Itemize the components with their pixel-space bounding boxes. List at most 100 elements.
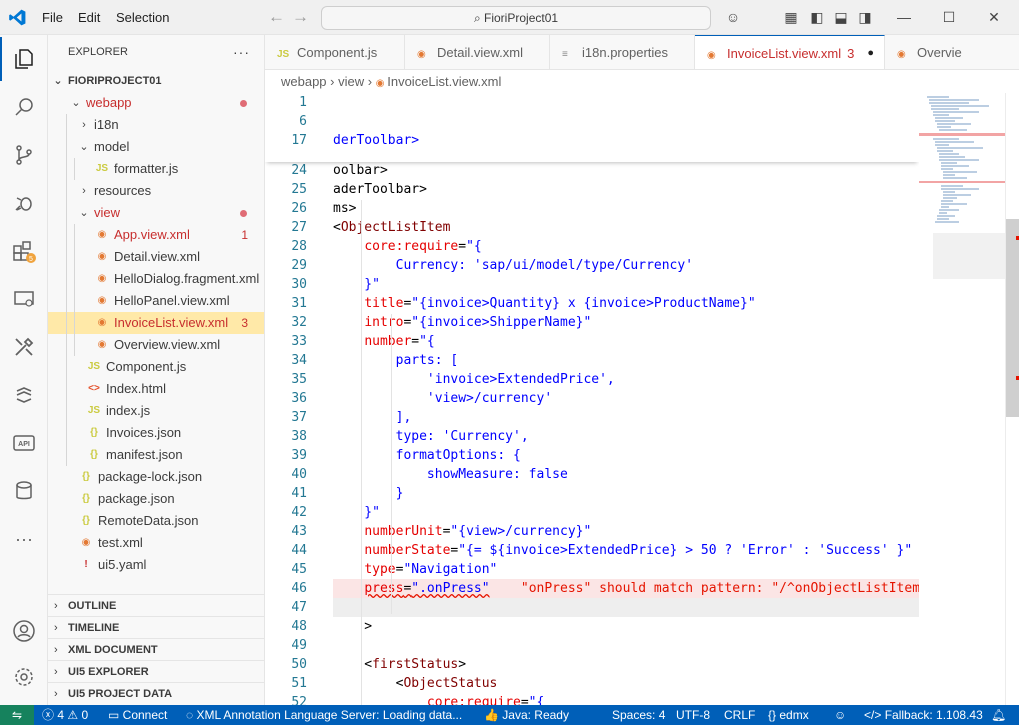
toggle-sidebar-icon[interactable]: ◧ — [808, 8, 826, 26]
go-back-icon[interactable]: ← — [268, 7, 285, 27]
minimize-icon[interactable]: — — [895, 8, 913, 26]
tree-item[interactable]: ◉ HelloPanel.view.xml — [48, 290, 264, 312]
remote-indicator-icon[interactable]: ⇋ — [0, 705, 34, 725]
code-line[interactable]: 33 number="{ — [265, 332, 919, 351]
close-icon[interactable]: ✕ — [985, 8, 1003, 26]
code-line[interactable]: 43 numberUnit="{view>/currency}" — [265, 522, 919, 541]
menu-edit[interactable]: Edit — [78, 10, 100, 25]
tree-item[interactable]: ⌄ model — [48, 136, 264, 158]
breadcrumb-view[interactable]: view — [338, 74, 364, 89]
editor-tab[interactable]: ◉ Overvie — [885, 35, 1019, 69]
java-status[interactable]: 👍 Java: Ready — [484, 705, 569, 725]
problems-indicator[interactable]: ⓧ 4 ⚠ 0 — [42, 705, 88, 725]
section-xml-document[interactable]: › XML DOCUMENT — [48, 638, 264, 660]
breadcrumb-webapp[interactable]: webapp — [281, 74, 327, 89]
source-control-icon[interactable] — [0, 133, 48, 177]
code-line[interactable]: 40 showMeasure: false — [265, 465, 919, 484]
sticky-scroll[interactable]: 1 6 17 derToolbar> — [265, 93, 919, 162]
sticky-line[interactable]: 6 — [265, 112, 919, 131]
code-line[interactable]: 25 aderToolbar> — [265, 180, 919, 199]
minimap[interactable] — [919, 93, 1005, 705]
feedback-icon[interactable]: ☺ — [834, 705, 846, 725]
code-line[interactable]: 41 } — [265, 484, 919, 503]
tree-item[interactable]: JS formatter.js — [48, 158, 264, 180]
run-debug-icon[interactable] — [0, 181, 48, 225]
breadcrumb-file[interactable]: InvoiceList.view.xml — [387, 74, 501, 89]
menu-selection[interactable]: Selection — [116, 10, 169, 25]
notifications-bell-icon[interactable]: 🔔︎ — [991, 705, 1006, 725]
vertical-scrollbar[interactable] — [1005, 93, 1019, 705]
tree-item[interactable]: {} manifest.json — [48, 444, 264, 466]
tree-item[interactable]: › resources — [48, 180, 264, 202]
section-timeline[interactable]: › TIMELINE — [48, 616, 264, 638]
sap-tools-icon[interactable] — [0, 325, 48, 369]
code-line[interactable]: 30 }" — [265, 275, 919, 294]
tree-item[interactable]: ◉ App.view.xml 1 — [48, 224, 264, 246]
code-line[interactable]: 48 > — [265, 617, 919, 636]
code-line[interactable]: 37 ], — [265, 408, 919, 427]
more-actions-icon[interactable]: ··· — [233, 35, 250, 70]
go-forward-icon[interactable]: → — [292, 7, 309, 27]
code-line[interactable]: 35 'invoice>ExtendedPrice', — [265, 370, 919, 389]
tree-item[interactable]: ◉ HelloDialog.fragment.xml — [48, 268, 264, 290]
code-line[interactable]: 45 type="Navigation" — [265, 560, 919, 579]
tree-item[interactable]: ⌄ view — [48, 202, 264, 224]
tree-item[interactable]: ◉ Overview.view.xml — [48, 334, 264, 356]
command-center[interactable]: ⌕ FioriProject01 — [321, 6, 711, 30]
more-icon[interactable]: ··· — [0, 517, 48, 561]
section-outline[interactable]: › OUTLINE — [48, 594, 264, 616]
editor-tab[interactable]: ◉ InvoiceList.view.xml 3 ● — [695, 35, 885, 69]
api-icon[interactable]: API — [0, 421, 48, 465]
toggle-panel-icon[interactable]: ⬓ — [832, 8, 850, 26]
account-icon[interactable] — [0, 609, 48, 653]
settings-gear-icon[interactable] — [0, 655, 48, 699]
code-line[interactable]: 49 — [265, 636, 919, 655]
code-line[interactable]: 28 core:require="{ — [265, 237, 919, 256]
tree-item[interactable]: ◉ InvoiceList.view.xml 3 — [48, 312, 264, 334]
code-line[interactable]: 31 title="{invoice>Quantity} x {invoice>… — [265, 294, 919, 313]
scrollbar-thumb[interactable] — [1006, 219, 1019, 417]
code-line[interactable]: 42 }" — [265, 503, 919, 522]
search-icon[interactable] — [0, 85, 48, 129]
workspace-root[interactable]: ⌄ FIORIPROJECT01 — [48, 70, 264, 92]
tree-item[interactable]: {} package.json — [48, 488, 264, 510]
code-editor[interactable]: 1617derToolbar> 18oolbar>24oolbar>25ader… — [265, 93, 919, 705]
tree-item[interactable]: JS index.js — [48, 400, 264, 422]
sticky-line[interactable]: 1 — [265, 93, 919, 112]
code-line[interactable]: 36 'view>/currency' — [265, 389, 919, 408]
language-server-status[interactable]: ◌ XML Annotation Language Server: Loadin… — [186, 705, 462, 725]
maximize-icon[interactable]: ☐ — [940, 8, 958, 26]
code-line[interactable]: 39 formatOptions: { — [265, 446, 919, 465]
explorer-icon[interactable] — [0, 37, 48, 81]
code-line[interactable]: 34 parts: [ — [265, 351, 919, 370]
code-line[interactable]: 27 <ObjectListItem — [265, 218, 919, 237]
encoding-status[interactable]: UTF-8 — [676, 705, 710, 725]
language-mode-status[interactable]: {} edmx — [768, 705, 809, 725]
editor-tab[interactable]: ≡ i18n.properties — [550, 35, 695, 69]
menu-file[interactable]: File — [42, 10, 63, 25]
tree-item[interactable]: ⌄ webapp — [48, 92, 264, 114]
code-line[interactable]: 50 <firstStatus> — [265, 655, 919, 674]
tree-item[interactable]: JS Component.js — [48, 356, 264, 378]
tree-item[interactable]: {} Invoices.json — [48, 422, 264, 444]
tree-item[interactable]: ◉ Detail.view.xml — [48, 246, 264, 268]
section-ui5-explorer[interactable]: › UI5 EXPLORER — [48, 660, 264, 682]
tree-item[interactable]: <> Index.html — [48, 378, 264, 400]
code-line[interactable]: 46 press=".onPress" "onPress" should mat… — [291, 579, 919, 598]
tree-item[interactable]: ! ui5.yaml — [48, 554, 264, 576]
sticky-line[interactable]: 17 derToolbar> — [265, 131, 919, 150]
toggle-secondary-sidebar-icon[interactable]: ◨ — [856, 8, 874, 26]
code-line[interactable]: 51 <ObjectStatus — [265, 674, 919, 693]
code-line[interactable]: 32 intro="{invoice>ShipperName}" — [265, 313, 919, 332]
code-line[interactable]: 26 ms> — [265, 199, 919, 218]
editor-tab[interactable]: JS Component.js — [265, 35, 405, 69]
tree-item[interactable]: ◉ test.xml — [48, 532, 264, 554]
code-line[interactable]: 24 oolbar> — [265, 161, 919, 180]
tree-item[interactable]: {} package-lock.json — [48, 466, 264, 488]
code-line[interactable]: 29 Currency: 'sap/ui/model/type/Currency… — [265, 256, 919, 275]
ui5-version-status[interactable]: </> Fallback: 1.108.43 — [864, 705, 983, 725]
code-line[interactable]: 38 type: 'Currency', — [265, 427, 919, 446]
eol-status[interactable]: CRLF — [724, 705, 755, 725]
customize-layout-icon[interactable]: ▦ — [782, 8, 800, 26]
database-icon[interactable] — [0, 469, 48, 513]
